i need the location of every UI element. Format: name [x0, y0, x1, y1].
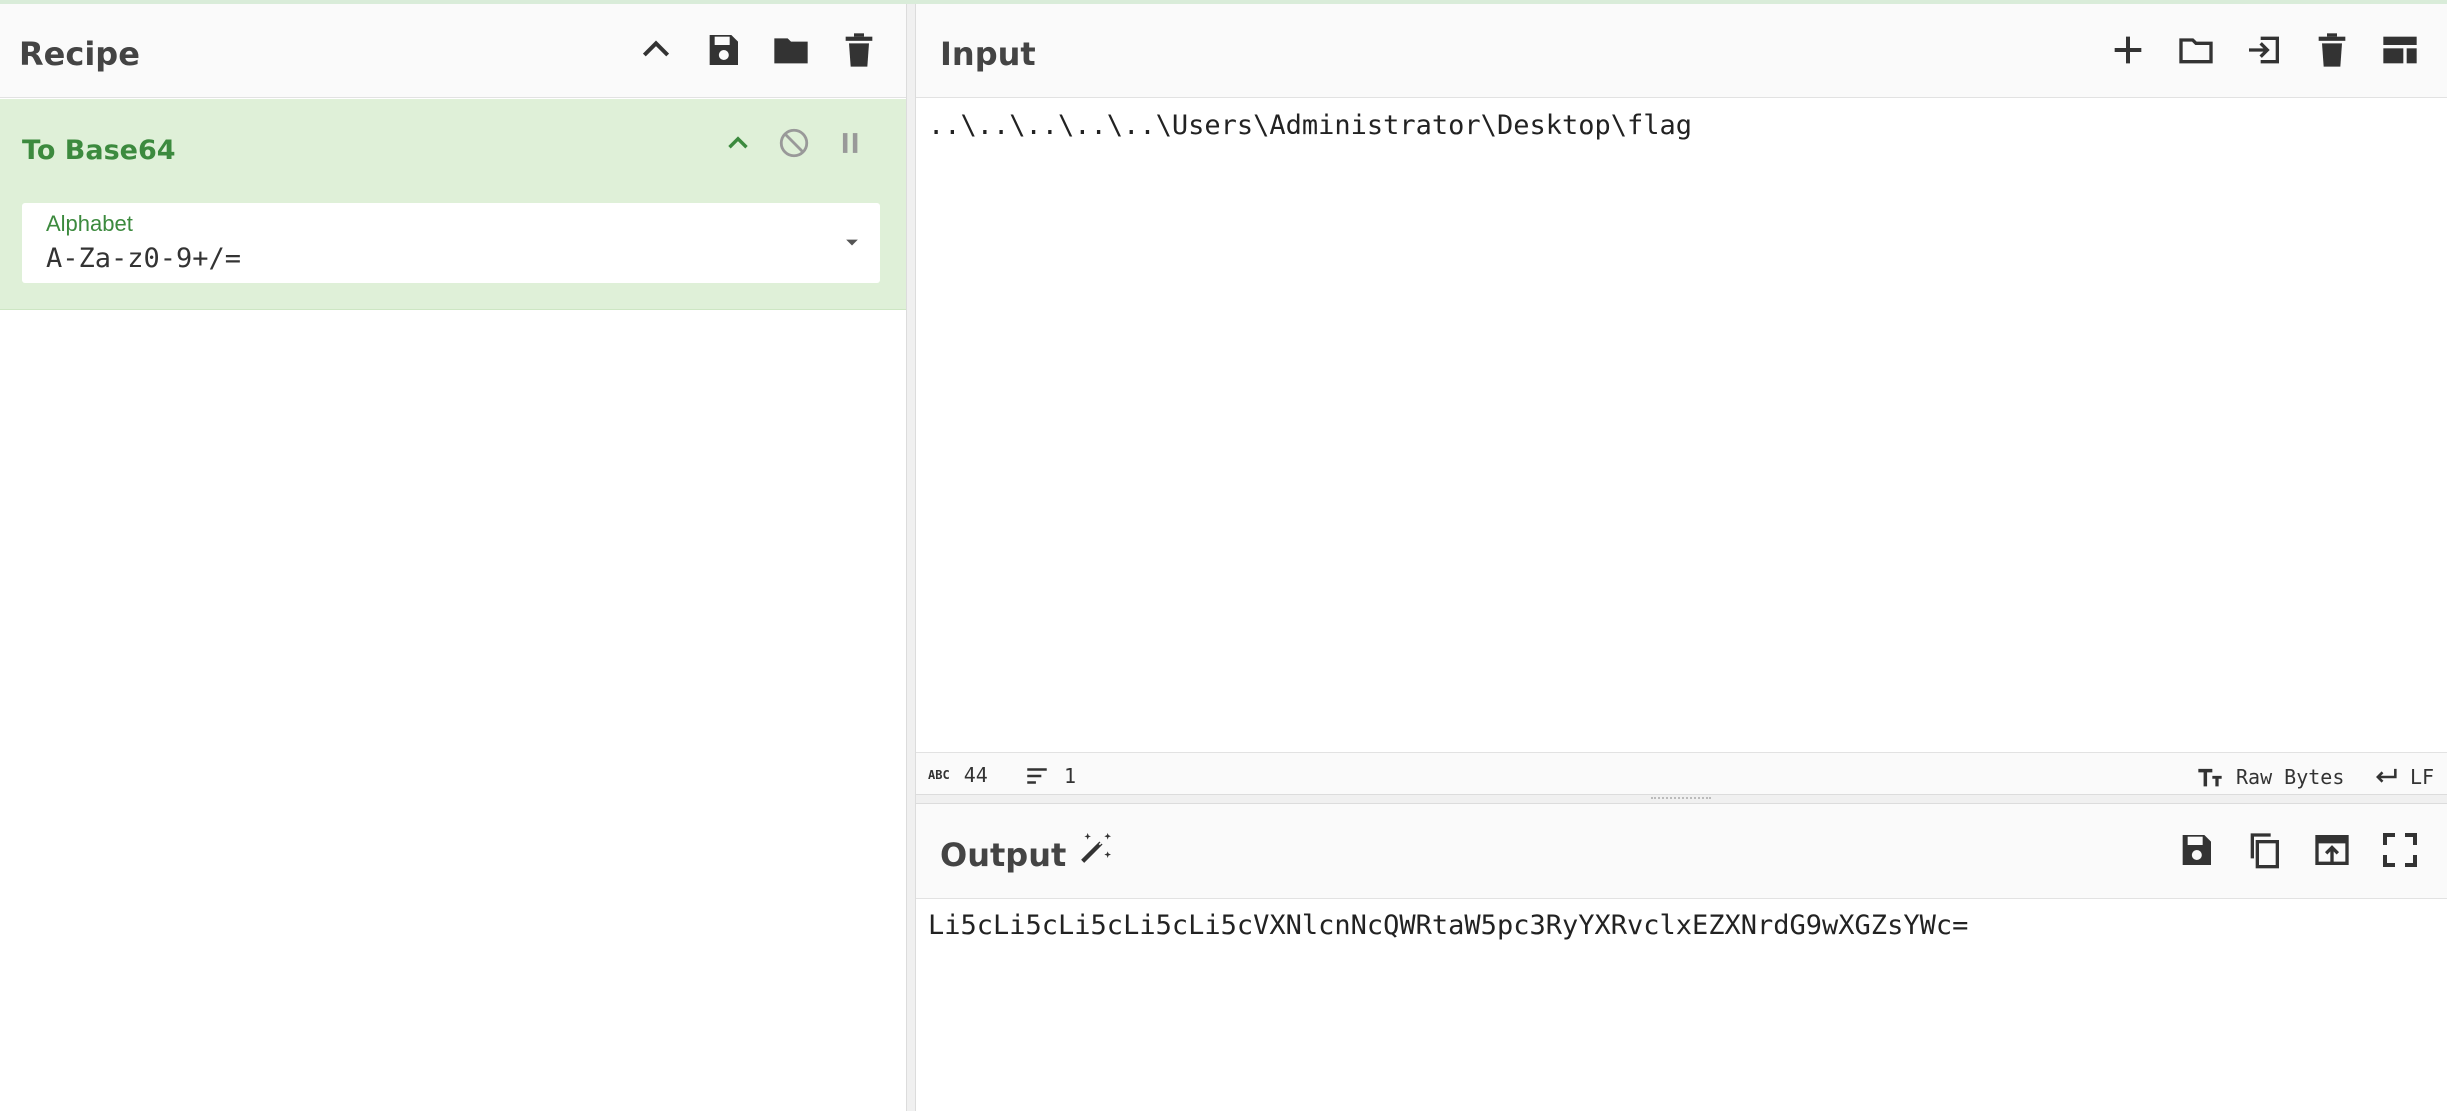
folder-outline-icon: [2179, 38, 2213, 64]
operation-breakpoint-button[interactable]: [830, 123, 870, 163]
caret-down-icon: [846, 239, 858, 246]
input-status-bar: ABC 44 1 Raw Bytes LF: [916, 752, 2447, 794]
input-header: Input: [916, 4, 2447, 98]
alphabet-label: Alphabet: [46, 211, 133, 236]
panel-divider[interactable]: [906, 4, 916, 1111]
copy-icon: [2250, 833, 2279, 869]
lines-icon: [1027, 768, 1047, 784]
open-folder-button[interactable]: [2174, 28, 2218, 72]
output-title: Output: [940, 836, 1067, 874]
fullscreen-icon: [2383, 833, 2417, 867]
trash-icon: [2318, 33, 2346, 67]
char-count-value: 44: [963, 763, 988, 787]
input-title: Input: [940, 35, 1036, 73]
maximise-output-button[interactable]: [2378, 828, 2422, 872]
save-icon: [709, 35, 738, 65]
encoding-value: Raw Bytes: [2236, 765, 2345, 789]
copy-output-button[interactable]: [2242, 828, 2286, 872]
char-count: ABC 44: [928, 763, 988, 787]
reset-layout-button[interactable]: [2378, 28, 2422, 72]
input-file-icon: [2249, 36, 2279, 64]
resize-grip-icon: [1651, 797, 1711, 803]
upload-to-input-icon: [2315, 835, 2349, 865]
plus-icon: [2114, 36, 2142, 64]
magic-button[interactable]: [1074, 826, 1118, 870]
open-file-button[interactable]: [2242, 28, 2286, 72]
output-panel: Output Li5cLi5cLi5cLi5cLi5cVXNlcnNcQWRta…: [916, 804, 2447, 1111]
output-textarea[interactable]: Li5cLi5cLi5cLi5cLi5cVXNlcnNcQWRtaW5pc3Ry…: [928, 910, 1968, 941]
input-panel: Input ..\..\..\..\..\Users\Administrator…: [916, 4, 2447, 794]
input-textarea[interactable]: ..\..\..\..\..\Users\Administrator\Deskt…: [928, 110, 1692, 141]
trash-icon: [845, 33, 873, 67]
chevron-up-icon: [642, 40, 670, 57]
line-count-value: 1: [1064, 764, 1077, 788]
replace-input-button[interactable]: [2310, 828, 2354, 872]
clear-input-button[interactable]: [2310, 28, 2354, 72]
line-count: 1: [1024, 763, 1076, 789]
text-size-icon: [2198, 768, 2222, 787]
collapse-all-button[interactable]: [634, 28, 678, 72]
clear-recipe-button[interactable]: [837, 28, 881, 72]
pause-icon: [842, 133, 858, 153]
recipe-header: Recipe: [0, 4, 906, 98]
disable-icon: [779, 128, 809, 158]
operation-collapse-button[interactable]: [718, 123, 758, 163]
io-resizer[interactable]: [916, 794, 2447, 804]
add-input-tab-button[interactable]: [2106, 28, 2150, 72]
output-header: Output: [916, 804, 2447, 899]
recipe-panel: Recipe To Base64 Alphabet A-Za-z0-9+/=: [0, 4, 906, 1111]
recipe-title: Recipe: [19, 35, 140, 73]
eol-selector[interactable]: LF: [2372, 763, 2434, 791]
abc-icon: ABC: [928, 768, 950, 782]
alphabet-select[interactable]: Alphabet A-Za-z0-9+/=: [22, 203, 880, 283]
folder-icon: [774, 38, 808, 64]
magic-wand-icon: [1081, 833, 1111, 863]
return-icon: [2376, 768, 2397, 783]
operation-title: To Base64: [22, 135, 176, 166]
eol-value: LF: [2410, 765, 2435, 789]
encoding-selector[interactable]: Raw Bytes: [2196, 763, 2344, 791]
save-icon: [2182, 835, 2211, 865]
save-recipe-button[interactable]: [701, 28, 745, 72]
operation-to-base64[interactable]: To Base64 Alphabet A-Za-z0-9+/=: [0, 99, 906, 310]
operation-disable-button[interactable]: [774, 123, 814, 163]
save-output-button[interactable]: [2174, 828, 2218, 872]
layout-icon: [2383, 36, 2417, 64]
chevron-up-icon: [728, 136, 748, 149]
load-recipe-button[interactable]: [769, 28, 813, 72]
alphabet-value: A-Za-z0-9+/=: [46, 243, 242, 274]
